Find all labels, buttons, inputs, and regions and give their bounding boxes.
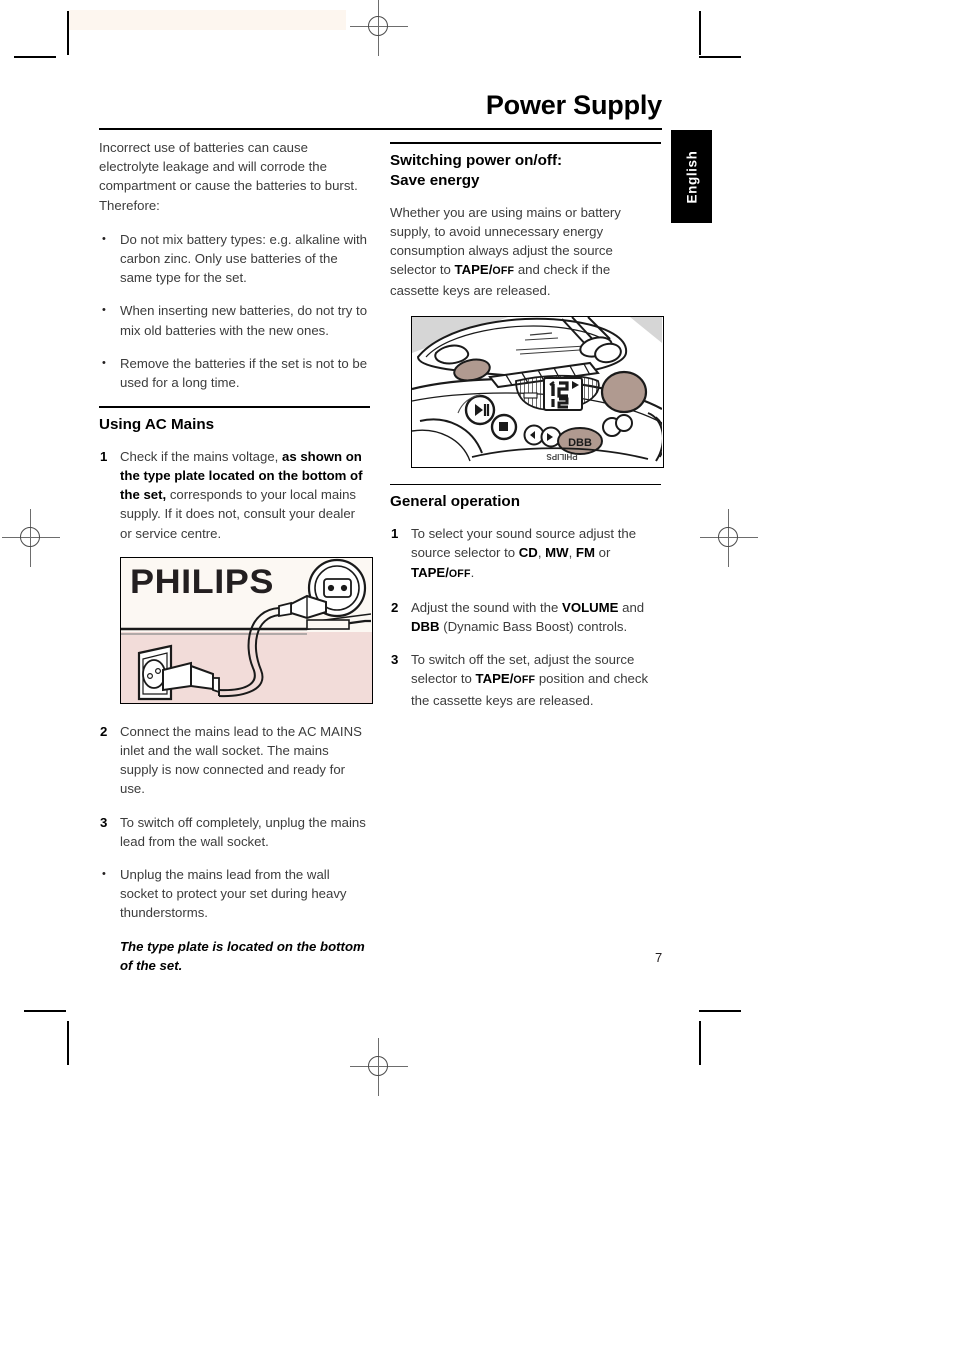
list-item: 3 To switch off completely, unplug the m… <box>99 813 370 851</box>
step-number: 3 <box>100 814 108 830</box>
step-number: 3 <box>391 652 399 668</box>
off-label: OFF <box>513 674 536 687</box>
list-item-text: When inserting new batteries, do not try… <box>120 303 368 338</box>
left-column: Incorrect use of batteries can cause ele… <box>99 138 373 975</box>
section-heading-switching-power: Switching power on/off: Save energy <box>390 151 661 191</box>
list-item: • Unplug the mains lead from the wall so… <box>99 865 370 923</box>
tape-label: TAPE/ <box>411 564 449 580</box>
svg-text:PHILIPS: PHILIPS <box>546 452 578 461</box>
list-item: • Remove the batteries if the set is not… <box>99 354 370 392</box>
bullet-marker: • <box>102 868 106 881</box>
right-column: Switching power on/off: Save energy Whet… <box>390 138 664 724</box>
step-text-end: . <box>470 564 475 580</box>
off-label: OFF <box>448 567 471 580</box>
bullet-marker: • <box>102 304 106 317</box>
joiner-2: , <box>568 545 576 561</box>
list-item: 1 To select your sound source adjust the… <box>390 524 661 584</box>
section-heading-general-operation: General operation <box>390 493 520 511</box>
bullet-marker: • <box>102 232 106 245</box>
svg-text:DBB: DBB <box>568 437 592 449</box>
cd-player-control-panel-illustration: DBB PHILIPS <box>411 315 664 468</box>
tape-label: TAPE/ <box>475 671 514 687</box>
step-text-b: and <box>618 599 645 615</box>
list-item: 2 Adjust the sound with the VOLUME and D… <box>390 598 661 636</box>
step-text: To switch off completely, unplug the mai… <box>120 814 366 849</box>
section-heading-line-2: Save energy <box>390 171 480 189</box>
section-heading-using-ac-mains: Using AC Mains <box>99 415 215 433</box>
section-rule-general-operation <box>390 483 661 486</box>
battery-warning-intro: Incorrect use of batteries can cause ele… <box>99 140 358 213</box>
volume-label: VOLUME <box>562 599 619 615</box>
mains-connection-illustration: PHILIPS <box>120 556 373 704</box>
dbb-label: DBB <box>411 619 440 635</box>
section-heading-line-1: Switching power on/off: <box>390 151 563 169</box>
bullet-marker: • <box>102 356 106 369</box>
step-text-a: Adjust the sound with the <box>411 599 563 615</box>
type-plate-note: The type plate is located on the bottom … <box>120 938 365 973</box>
language-tab-label: English <box>684 150 699 203</box>
step-text: Connect the mains lead to the AC MAINS i… <box>120 723 362 797</box>
page-number: 7 <box>655 950 663 965</box>
manual-page: Power Supply English Incorrect use of ba… <box>0 0 954 1351</box>
cd-player-illustration-lines: DBB PHILIPS <box>412 316 662 462</box>
language-tab: English <box>671 130 712 223</box>
fm-label: FM <box>575 545 595 561</box>
step-text-c: (Dynamic Bass Boost) controls. <box>439 619 628 635</box>
cd-label: CD <box>518 545 538 561</box>
tape-label: TAPE/ <box>454 262 493 278</box>
page-title: Power Supply <box>485 90 662 120</box>
joiner-or: or <box>594 545 611 561</box>
list-item: 2 Connect the mains lead to the AC MAINS… <box>99 722 370 799</box>
step-number: 1 <box>391 526 399 542</box>
list-item: • Do not mix battery types: e.g. alkalin… <box>99 230 370 288</box>
list-item-text: Unplug the mains lead from the wall sock… <box>120 867 347 921</box>
mw-label: MW <box>545 545 569 561</box>
switching-power-body: Whether you are using mains or battery s… <box>390 203 661 301</box>
list-item: 1 Check if the mains voltage, as shown o… <box>99 447 370 543</box>
list-item-text: Do not mix battery types: e.g. alkaline … <box>120 231 368 286</box>
step-number: 1 <box>100 448 108 464</box>
philips-brand-text: PHILIPS <box>130 562 274 601</box>
list-item: • When inserting new batteries, do not t… <box>99 301 370 339</box>
list-item: 3 To switch off the set, adjust the sour… <box>390 650 661 710</box>
list-item-text: Remove the batteries if the set is not t… <box>120 355 368 391</box>
page-title-rule <box>99 128 662 131</box>
off-label: OFF <box>492 265 515 278</box>
section-rule-switching-power <box>390 142 661 144</box>
step-text-a: Check if the mains voltage, <box>120 448 282 464</box>
section-rule-using-ac-mains <box>99 406 370 408</box>
step-number: 2 <box>391 599 399 615</box>
step-number: 2 <box>100 723 108 739</box>
